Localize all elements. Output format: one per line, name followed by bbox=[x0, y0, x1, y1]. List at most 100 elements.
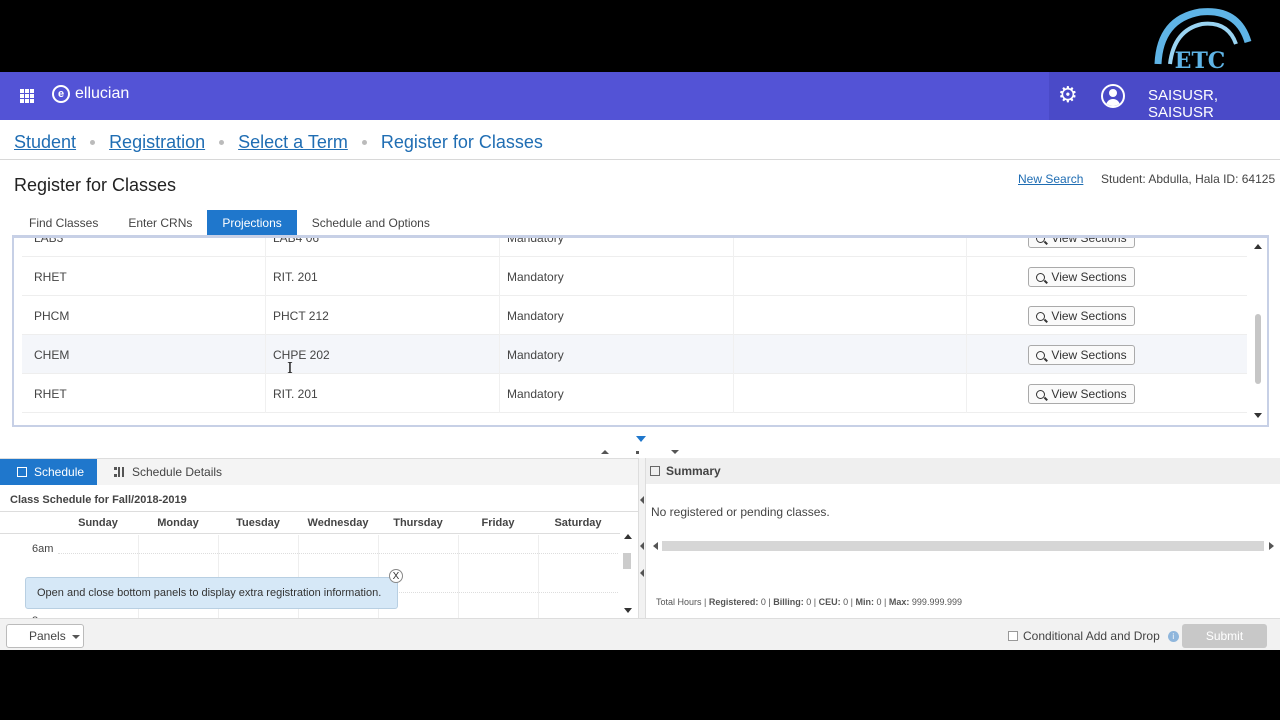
splitter-dot-icon[interactable] bbox=[636, 451, 639, 454]
view-sections-label: View Sections bbox=[1051, 348, 1127, 362]
view-sections-button[interactable]: View Sections bbox=[1028, 267, 1135, 287]
day-header: Saturday bbox=[554, 517, 602, 529]
list-icon bbox=[114, 467, 124, 477]
day-header: Friday bbox=[481, 517, 515, 529]
day-header: Tuesday bbox=[236, 517, 280, 529]
expand-down-icon[interactable] bbox=[671, 450, 679, 454]
breadcrumb-separator bbox=[90, 140, 96, 145]
subject-cell: LAB3 bbox=[34, 235, 64, 245]
view-sections-button[interactable]: View Sections bbox=[1028, 238, 1135, 248]
breadcrumb-select-term[interactable]: Select a Term bbox=[238, 132, 348, 153]
schedule-title: Class Schedule for Fall/2018-2019 bbox=[10, 494, 187, 506]
search-icon bbox=[1036, 350, 1046, 360]
collapse-left-icon[interactable] bbox=[640, 569, 644, 577]
top-bar: e ellucian ⚙ SAISUSR, SAISUSR bbox=[0, 72, 1280, 121]
user-name[interactable]: SAISUSR, SAISUSR bbox=[1148, 87, 1280, 121]
summary-header: Summary bbox=[646, 458, 1280, 484]
collapse-left-icon[interactable] bbox=[640, 542, 644, 550]
conditional-add-drop[interactable]: Conditional Add and Drop i bbox=[1008, 629, 1179, 643]
tab-schedule-and-options[interactable]: Schedule and Options bbox=[297, 210, 445, 235]
summary-icon bbox=[650, 466, 660, 476]
view-sections-label: View Sections bbox=[1051, 387, 1127, 401]
scroll-up-arrow-icon[interactable] bbox=[624, 534, 632, 539]
day-header: Thursday bbox=[393, 517, 443, 529]
table-scrollbar[interactable] bbox=[1253, 240, 1263, 422]
table-row: PHCM PHCT 212 Mandatory View Sections bbox=[22, 296, 1247, 335]
brand-name: ellucian bbox=[75, 85, 130, 102]
user-tools: ⚙ SAISUSR, SAISUSR bbox=[1049, 72, 1280, 121]
search-icon bbox=[1036, 389, 1046, 399]
breadcrumb-separator bbox=[361, 140, 367, 145]
collapse-arrow-icon[interactable] bbox=[636, 436, 646, 442]
table-row: LAB3 LAB4 06 Mandatory View Sections bbox=[22, 235, 1247, 257]
watermark-text: ETC bbox=[1175, 48, 1226, 74]
schedule-scrollbar[interactable] bbox=[620, 531, 634, 619]
scroll-left-arrow-icon[interactable] bbox=[653, 542, 658, 550]
table-row: RHET RIT. 201 Mandatory View Sections bbox=[22, 374, 1247, 413]
breadcrumb-student[interactable]: Student bbox=[14, 132, 76, 153]
type-cell: Mandatory bbox=[507, 386, 564, 401]
scroll-down-arrow-icon[interactable] bbox=[624, 608, 632, 613]
hour-label: 6am bbox=[32, 543, 54, 555]
collapse-left-icon[interactable] bbox=[640, 496, 644, 504]
view-sections-button[interactable]: View Sections bbox=[1028, 306, 1135, 326]
tab-find-classes[interactable]: Find Classes bbox=[14, 210, 113, 235]
new-search-link[interactable]: New Search bbox=[1018, 172, 1083, 186]
panel-splitter[interactable] bbox=[588, 448, 692, 456]
view-sections-button[interactable]: View Sections bbox=[1028, 345, 1135, 365]
ellucian-logo-icon: e bbox=[52, 85, 70, 103]
banner-app-window: e ellucian ⚙ SAISUSR, SAISUSR Student Re… bbox=[0, 72, 1280, 650]
user-avatar-icon[interactable] bbox=[1101, 84, 1125, 108]
tab-schedule[interactable]: Schedule bbox=[0, 459, 97, 485]
app-grid-icon[interactable] bbox=[20, 89, 34, 103]
expand-up-icon[interactable] bbox=[601, 450, 609, 454]
tooltip-close-button[interactable]: X bbox=[389, 569, 403, 583]
panels-label: Panels bbox=[29, 629, 66, 643]
schedule-tab-bar: Schedule Schedule Details bbox=[0, 459, 638, 485]
scroll-down-arrow-icon[interactable] bbox=[1254, 413, 1262, 418]
summary-scrollbar[interactable] bbox=[650, 540, 1274, 552]
scroll-up-arrow-icon[interactable] bbox=[1254, 244, 1262, 249]
submit-button[interactable]: Submit bbox=[1182, 624, 1267, 648]
tab-projections[interactable]: Projections bbox=[207, 210, 297, 235]
chevron-down-icon bbox=[72, 635, 80, 639]
min-label: Min: bbox=[855, 597, 875, 607]
panels-dropdown-button[interactable]: Panels bbox=[6, 624, 84, 648]
breadcrumb-current: Register for Classes bbox=[380, 132, 543, 152]
calendar-icon bbox=[17, 467, 27, 477]
day-header: Wednesday bbox=[307, 517, 369, 529]
scroll-thumb[interactable] bbox=[662, 541, 1264, 551]
view-sections-label: View Sections bbox=[1051, 309, 1127, 323]
max-value: 999.999.999 bbox=[911, 597, 962, 607]
page-title: Register for Classes bbox=[14, 175, 177, 195]
scroll-right-arrow-icon[interactable] bbox=[1269, 542, 1274, 550]
tab-schedule-label: Schedule bbox=[34, 465, 85, 479]
gear-icon[interactable]: ⚙ bbox=[1058, 84, 1078, 106]
ceu-value: 0 bbox=[843, 597, 849, 607]
course-cell: PHCT 212 bbox=[273, 308, 329, 323]
type-cell: Mandatory bbox=[507, 269, 564, 284]
ellucian-logo[interactable]: e ellucian bbox=[52, 85, 129, 103]
tab-schedule-details[interactable]: Schedule Details bbox=[114, 459, 222, 485]
course-cell: RIT. 201 bbox=[273, 269, 318, 284]
scroll-thumb[interactable] bbox=[623, 553, 631, 569]
type-cell: Mandatory bbox=[507, 308, 564, 323]
course-cell: RIT. 201 bbox=[273, 386, 318, 401]
info-icon[interactable]: i bbox=[1167, 630, 1179, 642]
tab-enter-crns[interactable]: Enter CRNs bbox=[113, 210, 207, 235]
summary-panel: Summary No registered or pending classes… bbox=[646, 458, 1280, 618]
scroll-thumb[interactable] bbox=[1255, 314, 1261, 384]
subject-cell: RHET bbox=[34, 386, 67, 401]
table-row: RHET RIT. 201 Mandatory View Sections bbox=[22, 257, 1247, 296]
view-sections-button[interactable]: View Sections bbox=[1028, 384, 1135, 404]
summary-message: No registered or pending classes. bbox=[651, 505, 830, 519]
projections-table: LAB3 LAB4 06 Mandatory View Sections RHE… bbox=[12, 235, 1269, 427]
divider bbox=[0, 159, 1280, 160]
panel-divider[interactable] bbox=[638, 458, 646, 618]
subject-cell: CHEM bbox=[34, 347, 70, 362]
panels-tooltip: Open and close bottom panels to display … bbox=[25, 577, 398, 609]
day-header: Monday bbox=[157, 517, 199, 529]
conditional-checkbox[interactable] bbox=[1008, 631, 1018, 641]
registered-value: 0 bbox=[760, 597, 766, 607]
breadcrumb-registration[interactable]: Registration bbox=[109, 132, 205, 153]
